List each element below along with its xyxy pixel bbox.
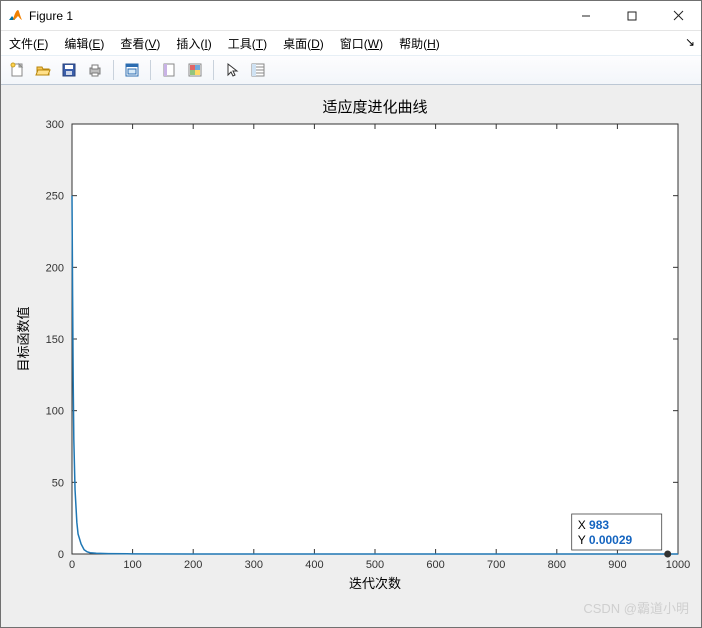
toolbar: [1, 55, 701, 85]
menubar: 文件(F) 编辑(E) 查看(V) 插入(I) 工具(T) 桌面(D) 窗口(W…: [1, 31, 701, 55]
xtick-label: 1000: [666, 559, 690, 571]
menu-help[interactable]: 帮助(H): [399, 35, 440, 52]
minimize-button[interactable]: [563, 1, 609, 30]
window-controls: [563, 1, 701, 30]
maximize-button[interactable]: [609, 1, 655, 30]
x-axis-label: 迭代次数: [349, 576, 401, 591]
save-icon[interactable]: [57, 58, 81, 82]
data-tip-marker[interactable]: [664, 550, 671, 557]
chart-title: 适应度进化曲线: [322, 98, 427, 116]
close-button[interactable]: [655, 1, 701, 30]
plot-svg: 0 100 200 300 400 500 600 700 800 900 1000 0 50 100 15…: [10, 94, 692, 618]
new-figure-icon[interactable]: [5, 58, 29, 82]
menu-window[interactable]: 窗口(W): [340, 35, 383, 52]
colorbar-icon[interactable]: [183, 58, 207, 82]
data-cursor-icon[interactable]: [246, 58, 270, 82]
axes[interactable]: 0 100 200 300 400 500 600 700 800 900 1000 0 50 100 15…: [10, 94, 692, 618]
axes-box: [72, 124, 678, 554]
matlab-logo-icon: [7, 8, 23, 24]
print-icon[interactable]: [83, 58, 107, 82]
window-title: Figure 1: [29, 9, 73, 23]
ytick-label: 50: [52, 477, 64, 489]
xtick-label: 800: [548, 559, 566, 571]
toolbar-separator: [113, 60, 114, 80]
menubar-overflow-icon[interactable]: ↘: [685, 35, 695, 49]
xtick-label: 500: [366, 559, 384, 571]
print-preview-icon[interactable]: [120, 58, 144, 82]
menu-view[interactable]: 查看(V): [120, 35, 160, 52]
xtick-label: 400: [305, 559, 323, 571]
ytick-label: 100: [46, 406, 64, 418]
menu-file[interactable]: 文件(F): [9, 35, 48, 52]
menu-edit[interactable]: 编辑(E): [64, 35, 104, 52]
ytick-label: 150: [46, 334, 64, 346]
xtick-label: 900: [608, 559, 626, 571]
menu-tools[interactable]: 工具(T): [228, 35, 267, 52]
figure-window: Figure 1 文件(F) 编辑(E) 查看(V) 插入(I) 工具(T) 桌…: [0, 0, 702, 628]
pointer-icon[interactable]: [220, 58, 244, 82]
xtick-label: 100: [123, 559, 141, 571]
xtick-label: 300: [245, 559, 263, 571]
figure-canvas: 0 100 200 300 400 500 600 700 800 900 1000 0 50 100 15…: [1, 85, 701, 627]
xtick-label: 600: [426, 559, 444, 571]
menu-insert[interactable]: 插入(I): [176, 35, 211, 52]
ytick-label: 300: [46, 119, 64, 131]
ytick-label: 200: [46, 262, 64, 274]
toolbar-separator: [150, 60, 151, 80]
toolbar-separator: [213, 60, 214, 80]
link-icon[interactable]: [157, 58, 181, 82]
xtick-label: 0: [69, 559, 75, 571]
open-icon[interactable]: [31, 58, 55, 82]
xtick-label: 700: [487, 559, 505, 571]
data-tip-y: Y 0.00029: [578, 533, 633, 547]
ytick-label: 0: [58, 549, 64, 561]
data-tip-x: X 983: [578, 518, 610, 532]
ytick-label: 250: [46, 191, 64, 203]
titlebar: Figure 1: [1, 1, 701, 31]
xtick-label: 200: [184, 559, 202, 571]
menu-desktop[interactable]: 桌面(D): [283, 35, 324, 52]
y-axis-label: 目标函数值: [16, 306, 31, 371]
